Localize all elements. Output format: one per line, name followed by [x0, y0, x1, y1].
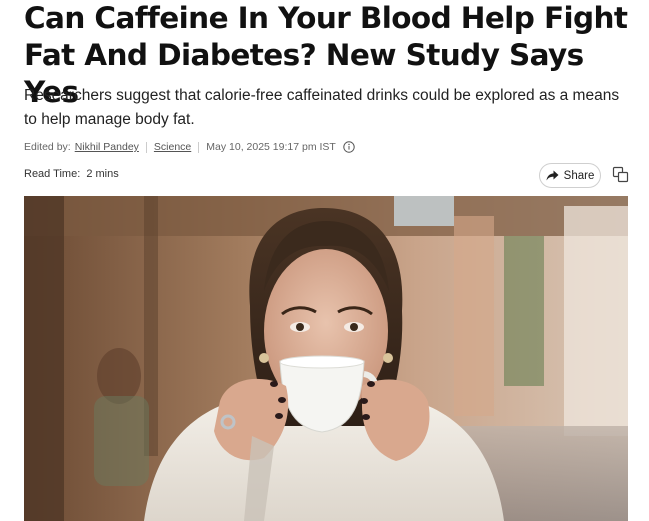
- copy-icon[interactable]: [612, 166, 630, 184]
- read-time: Read Time: 2 mins: [24, 168, 119, 180]
- publish-timestamp: May 10, 2025 19:17 pm IST: [206, 141, 336, 153]
- share-button[interactable]: Share: [539, 163, 601, 188]
- category-link[interactable]: Science: [154, 141, 191, 153]
- share-label: Share: [563, 169, 595, 182]
- hero-image: [24, 196, 628, 521]
- meta-divider: [198, 141, 200, 153]
- read-time-value: 2 mins: [86, 168, 119, 180]
- share-arrow-icon: [546, 170, 559, 181]
- edited-by-label: Edited by:: [24, 141, 71, 153]
- author-link[interactable]: Nikhil Pandey: [75, 141, 139, 153]
- article-meta: Edited by: Nikhil Pandey Science May 10,…: [24, 139, 355, 155]
- read-time-label: Read Time:: [24, 168, 81, 180]
- meta-divider: [145, 141, 147, 153]
- article-subtitle: Researchers suggest that calorie-free ca…: [24, 87, 620, 128]
- info-icon[interactable]: [343, 141, 355, 153]
